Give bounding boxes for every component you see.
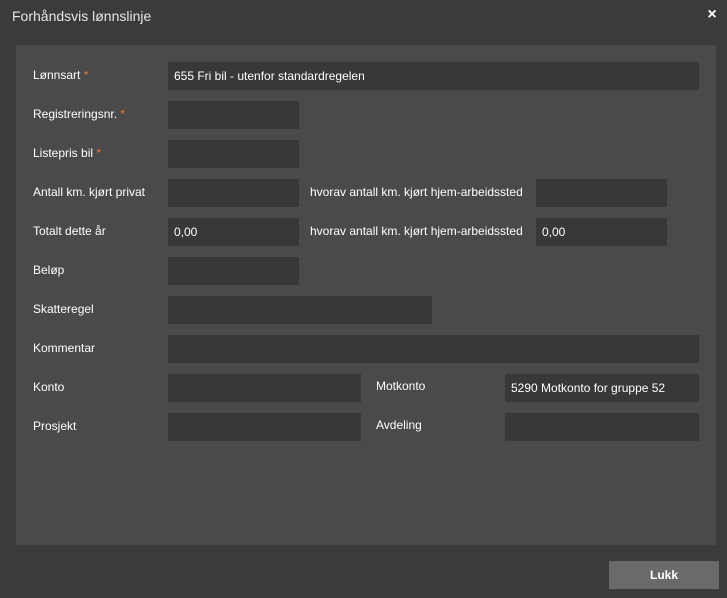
avdeling-label: Avdeling [376, 418, 422, 432]
dialog-titlebar: Forhåndsvis lønnslinje × [0, 0, 727, 33]
konto-field[interactable] [168, 374, 361, 402]
close-button[interactable]: Lukk [609, 561, 719, 589]
prosjekt-label: Prosjekt [33, 419, 77, 433]
antall-km-label: Antall km. kjørt privat [33, 185, 146, 199]
belop-label: Beløp [33, 263, 65, 277]
required-marker: * [83, 68, 89, 82]
avdeling-field[interactable] [505, 413, 699, 441]
skatteregel-label: Skatteregel [33, 302, 94, 316]
registreringsnr-field[interactable] [168, 101, 299, 129]
dialog-title: Forhåndsvis lønnslinje [12, 8, 152, 24]
close-icon[interactable]: × [705, 7, 719, 23]
lonnsart-label: Lønnsart * [33, 68, 89, 82]
antall-km-field[interactable] [168, 179, 299, 207]
listepris-label: Listepris bil * [33, 146, 102, 160]
skatteregel-field[interactable] [168, 296, 432, 324]
registreringsnr-label: Registreringsnr. * [33, 107, 126, 121]
preview-dialog: Forhåndsvis lønnslinje × Lønnsart * Regi… [0, 0, 727, 598]
hvorav-km-label-1: hvorav antall km. kjørt hjem-arbeidssted [310, 185, 523, 199]
required-marker: * [96, 146, 102, 160]
motkonto-field[interactable] [505, 374, 699, 402]
belop-field[interactable] [168, 257, 299, 285]
motkonto-label: Motkonto [376, 379, 426, 393]
hvorav-km-field-1[interactable] [536, 179, 667, 207]
prosjekt-field[interactable] [168, 413, 361, 441]
kommentar-label: Kommentar [33, 341, 96, 355]
listepris-field[interactable] [168, 140, 299, 168]
hvorav-km-label-2: hvorav antall km. kjørt hjem-arbeidssted [310, 224, 523, 238]
hvorav-km-field-2[interactable] [536, 218, 667, 246]
kommentar-field[interactable] [168, 335, 699, 363]
konto-label: Konto [33, 380, 65, 394]
lonnsart-field[interactable] [168, 62, 699, 90]
totalt-label: Totalt dette år [33, 224, 106, 238]
required-marker: * [120, 107, 126, 121]
totalt-field[interactable] [168, 218, 299, 246]
